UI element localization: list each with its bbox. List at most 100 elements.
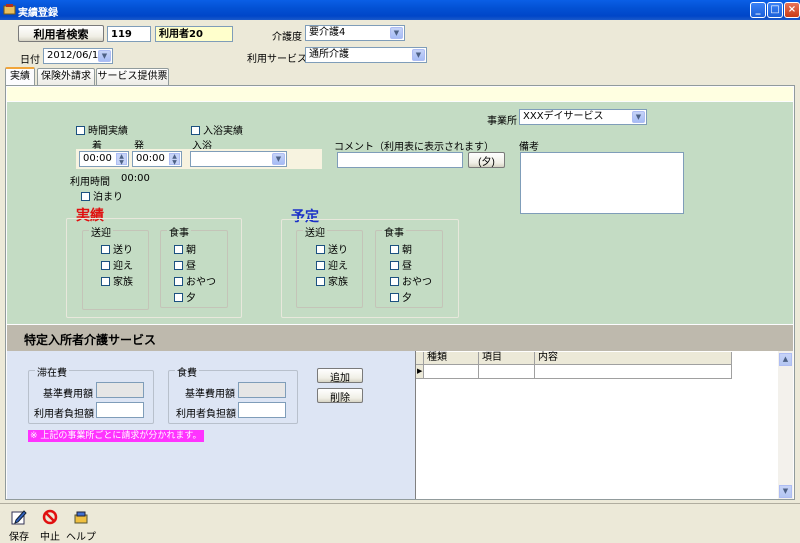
- planned-family-checkbox[interactable]: 家族: [316, 273, 348, 288]
- planned-snack-checkbox[interactable]: おやつ: [390, 273, 432, 288]
- checkbox-box[interactable]: [390, 261, 399, 270]
- stay-base-fee-field: [96, 382, 144, 398]
- planned-send-checkbox[interactable]: 送り: [316, 241, 348, 256]
- actual-send-checkbox[interactable]: 送り: [101, 241, 133, 256]
- bath-select[interactable]: ▼: [190, 151, 287, 167]
- actual-dinner-checkbox[interactable]: 夕: [174, 289, 196, 304]
- checkbox-label: 昼: [186, 261, 196, 272]
- checkbox-box[interactable]: [390, 277, 399, 286]
- checkbox-box[interactable]: [76, 126, 85, 135]
- scroll-up-icon[interactable]: ▲: [779, 353, 792, 366]
- grid-scrollbar[interactable]: [778, 351, 793, 499]
- planned-breakfast-checkbox[interactable]: 朝: [390, 241, 412, 256]
- actual-breakfast-checkbox[interactable]: 朝: [174, 241, 196, 256]
- checkbox-label: 朝: [186, 245, 196, 256]
- checkbox-box[interactable]: [174, 245, 183, 254]
- actual-family-checkbox[interactable]: 家族: [101, 273, 133, 288]
- checkbox-box[interactable]: [174, 293, 183, 302]
- stop-icon: [42, 509, 58, 525]
- checkbox-box[interactable]: [174, 261, 183, 270]
- cancel-label: 中止: [40, 532, 60, 543]
- date-label: 日付: [20, 55, 40, 66]
- minimize-button[interactable]: _: [750, 2, 766, 18]
- date-picker[interactable]: 2012/06/10 ▼: [43, 48, 113, 64]
- actual-transport-label: 送迎: [89, 224, 113, 239]
- user-search-button[interactable]: 利用者検索: [18, 25, 104, 42]
- usage-time-label: 利用時間: [70, 177, 110, 188]
- app-icon: [3, 4, 16, 15]
- spin-icon[interactable]: ▲ ▼: [116, 153, 127, 166]
- grid-cell-item[interactable]: [479, 365, 535, 379]
- time-record-checkbox[interactable]: 時間実績: [76, 122, 128, 137]
- comment-input[interactable]: [337, 152, 463, 168]
- checkbox-label: 夕: [186, 293, 196, 304]
- checkbox-box[interactable]: [101, 277, 110, 286]
- actual-lunch-checkbox[interactable]: 昼: [174, 257, 196, 272]
- spin-icon[interactable]: ▲ ▼: [169, 153, 180, 166]
- bath-record-label: 入浴実績: [203, 126, 243, 137]
- planned-pickup-checkbox[interactable]: 迎え: [316, 257, 348, 272]
- stay-user-burden-input[interactable]: [96, 402, 144, 418]
- checkbox-label: 迎え: [113, 261, 133, 272]
- user-name-field: 利用者20: [155, 26, 233, 42]
- checkbox-box[interactable]: [316, 261, 325, 270]
- checkbox-box[interactable]: [174, 277, 183, 286]
- title-bar: 実績登録 _ □ ×: [0, 0, 800, 20]
- stay-user-burden-label: 利用者負担額: [34, 409, 94, 420]
- chevron-down-icon[interactable]: ▼: [390, 27, 403, 39]
- checkbox-box[interactable]: [101, 245, 110, 254]
- checkbox-box[interactable]: [390, 245, 399, 254]
- grid-cell-content[interactable]: [535, 365, 732, 379]
- grid-header-type[interactable]: 種類: [424, 352, 479, 365]
- add-button[interactable]: 追加: [317, 368, 363, 384]
- bath-record-checkbox[interactable]: 入浴実績: [191, 122, 243, 137]
- chevron-down-icon[interactable]: ▼: [632, 111, 645, 123]
- tab-service-sheet[interactable]: サービス提供票: [96, 68, 169, 85]
- help-label: ヘルプ: [66, 532, 96, 543]
- evening-button[interactable]: (夕): [468, 152, 505, 168]
- actual-snack-checkbox[interactable]: おやつ: [174, 273, 216, 288]
- tab-uninsured-billing[interactable]: 保険外請求: [37, 68, 95, 85]
- service-select[interactable]: 通所介護 ▼: [305, 47, 427, 63]
- depart-time-input[interactable]: 00:00 ▲ ▼: [132, 151, 182, 167]
- checkbox-box[interactable]: [191, 126, 200, 135]
- arrive-time-input[interactable]: 00:00 ▲ ▼: [79, 151, 129, 167]
- planned-dinner-checkbox[interactable]: 夕: [390, 289, 412, 304]
- office-select[interactable]: XXXデイサービス ▼: [519, 109, 647, 125]
- warning-note: ※ 上記の事業所ごとに請求が分かれます。: [28, 430, 204, 442]
- overnight-checkbox[interactable]: 泊まり: [81, 188, 123, 203]
- checkbox-box[interactable]: [390, 293, 399, 302]
- user-id-field[interactable]: 119: [107, 26, 151, 42]
- checkbox-label: おやつ: [402, 277, 432, 288]
- grid-cell-type[interactable]: [424, 365, 479, 379]
- chevron-down-icon[interactable]: ▼: [412, 49, 425, 61]
- planned-lunch-checkbox[interactable]: 昼: [390, 257, 412, 272]
- grid-header-item[interactable]: 項目: [479, 352, 535, 365]
- actual-pickup-checkbox[interactable]: 迎え: [101, 257, 133, 272]
- food-fee-label: 食費: [175, 364, 199, 379]
- checkbox-label: 送り: [328, 245, 348, 256]
- food-user-burden-input[interactable]: [238, 402, 286, 418]
- chevron-down-icon[interactable]: ▼: [272, 153, 285, 165]
- checkbox-box[interactable]: [101, 261, 110, 270]
- scroll-down-icon[interactable]: ▼: [779, 485, 792, 498]
- checkbox-box[interactable]: [316, 245, 325, 254]
- checkbox-box[interactable]: [81, 192, 90, 201]
- care-level-select[interactable]: 要介護4 ▼: [305, 25, 405, 41]
- grid-header-content[interactable]: 内容: [535, 352, 732, 365]
- stay-fee-label: 滞在費: [35, 364, 69, 379]
- chevron-down-icon[interactable]: ▼: [98, 50, 111, 62]
- maximize-button[interactable]: □: [767, 2, 783, 18]
- special-section-header: 特定入所者介護サービス: [7, 325, 793, 351]
- service-label: 利用サービス: [247, 54, 307, 65]
- special-section-title: 特定入所者介護サービス: [24, 333, 157, 347]
- grid-corner: [416, 352, 424, 365]
- checkbox-label: おやつ: [186, 277, 216, 288]
- help-book-icon: [74, 511, 88, 524]
- notes-textarea[interactable]: [520, 152, 684, 214]
- food-base-fee-field: [238, 382, 286, 398]
- delete-button[interactable]: 削除: [317, 388, 363, 404]
- close-button[interactable]: ×: [784, 2, 800, 18]
- tab-actual[interactable]: 実績: [5, 67, 35, 86]
- checkbox-box[interactable]: [316, 277, 325, 286]
